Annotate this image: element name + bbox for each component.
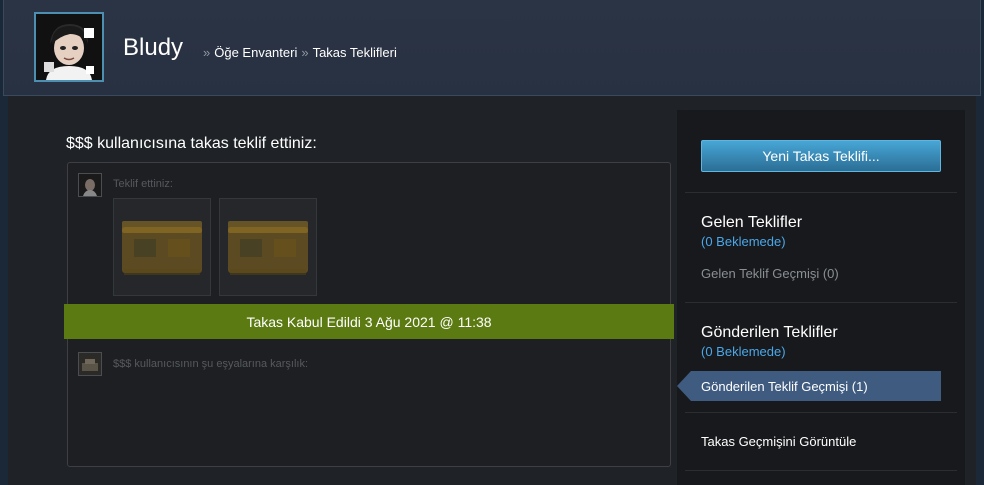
incoming-offers-title[interactable]: Gelen Teklifler [701,214,802,232]
weapon-case-icon [122,221,202,275]
avatar-thumbnail-icon [79,353,101,375]
breadcrumb: » Öğe Envanteri» Takas Teklifleri [199,45,397,60]
partner-avatar-thumbnail[interactable] [78,352,102,376]
breadcrumb-separator: » [203,45,211,60]
offered-item-slot[interactable] [219,198,317,296]
avatar-image-icon [36,14,102,80]
sidebar-divider [685,470,957,471]
in-exchange-label: $$$ kullanıcısının şu eşyalarına karşılı… [113,358,309,370]
sent-pending-count[interactable]: (0 Beklemede) [701,344,786,359]
incoming-history-link[interactable]: Gelen Teklif Geçmişi (0) [701,266,839,281]
sent-history-active-item[interactable]: Gönderilen Teklif Geçmişi (1) [677,371,941,401]
active-pointer-icon [677,371,691,401]
sidebar-divider [685,192,957,193]
user-avatar[interactable] [34,12,104,82]
sidebar-divider [685,412,957,413]
profile-header: Bludy » Öğe Envanteri» Takas Teklifleri [3,0,981,96]
view-trade-history-link[interactable]: Takas Geçmişini Görüntüle [701,434,856,449]
my-avatar-thumbnail[interactable] [78,173,102,197]
sent-offers-title[interactable]: Gönderilen Teklifler [701,324,838,342]
incoming-pending-count[interactable]: (0 Beklemede) [701,234,786,249]
breadcrumb-trade-offers-link[interactable]: Takas Teklifleri [313,45,397,60]
new-trade-offer-button[interactable]: Yeni Takas Teklifi... [701,140,941,172]
avatar-thumbnail-icon [79,174,101,196]
trade-accepted-status-bar: Takas Kabul Edildi 3 Ağu 2021 @ 11:38 [64,304,674,339]
you-offered-label: Teklif ettiniz: [113,178,173,190]
sidebar-divider [685,302,957,303]
offered-item-slot[interactable] [113,198,211,296]
sent-history-link[interactable]: Gönderilen Teklif Geçmişi (1) [691,371,941,401]
trade-offers-sidebar: Yeni Takas Teklifi... Gelen Teklifler (0… [677,110,965,485]
breadcrumb-inventory-link[interactable]: Öğe Envanteri [214,45,297,60]
breadcrumb-separator: » [301,45,309,60]
weapon-case-icon [228,221,308,275]
offer-heading: $$$ kullanıcısına takas teklif ettiniz: [66,135,317,152]
user-name[interactable]: Bludy [123,34,183,62]
